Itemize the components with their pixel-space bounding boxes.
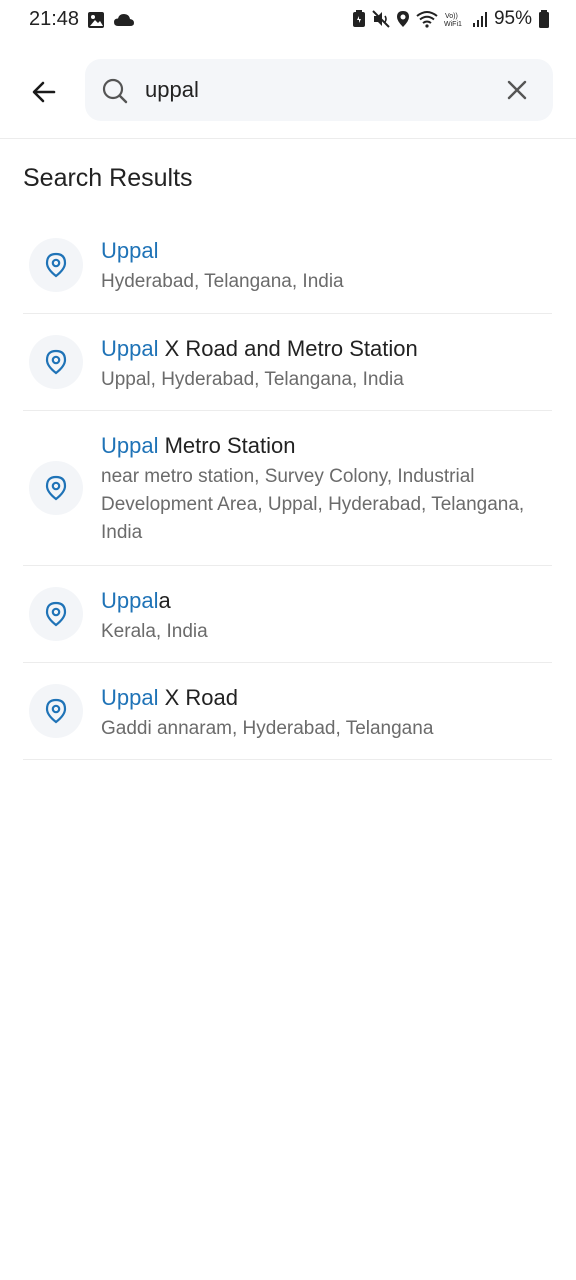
result-text: Uppal Metro Station near metro station, … [101, 431, 552, 547]
result-name-rest: X Road [158, 685, 238, 710]
location-pin-icon [45, 601, 67, 627]
list-item[interactable]: Uppal Hyderabad, Telangana, India [23, 216, 552, 314]
results-list: Uppal Hyderabad, Telangana, India Uppal … [23, 216, 552, 760]
result-name-rest: a [158, 588, 171, 613]
image-icon [88, 11, 105, 28]
list-item[interactable]: Uppala Kerala, India [23, 566, 552, 663]
battery-icon [539, 10, 549, 28]
status-right: Vo)) WiFi1 95% [352, 8, 550, 30]
list-item[interactable]: Uppal X Road Gaddi annaram, Hyderabad, T… [23, 663, 552, 760]
back-button[interactable] [24, 72, 64, 112]
pin-badge [29, 684, 83, 738]
status-bar: 21:48 Vo)) WiFi1 95% [0, 0, 576, 42]
wifi-icon [416, 11, 438, 28]
cloud-icon [114, 13, 135, 26]
volte-icon: Vo)) WiFi1 [444, 13, 462, 28]
search-box[interactable] [85, 59, 553, 121]
location-pin-icon [45, 252, 67, 278]
result-address: Hyderabad, Telangana, India [101, 271, 344, 292]
result-address: near metro station, Survey Colony, Indus… [101, 466, 525, 543]
pin-badge [29, 587, 83, 641]
result-text: Uppala Kerala, India [101, 586, 552, 646]
result-text: Uppal Hyderabad, Telangana, India [101, 236, 552, 296]
result-name-match: Uppal [101, 336, 159, 361]
result-name-match: Uppal [101, 433, 159, 458]
result-text: Uppal X Road and Metro Station Uppal, Hy… [101, 334, 552, 394]
result-name: Uppala [101, 586, 552, 616]
result-name: Uppal Metro Station [101, 431, 552, 461]
svg-text:WiFi1: WiFi1 [444, 21, 462, 28]
svg-text:Vo)): Vo)) [445, 13, 458, 20]
arrow-left-icon [32, 81, 56, 103]
result-name-match: Uppal [101, 588, 159, 613]
location-pin-icon [45, 475, 67, 501]
result-address: Gaddi annaram, Hyderabad, Telangana [101, 718, 434, 739]
result-name-match: Uppal [101, 685, 159, 710]
list-item[interactable]: Uppal Metro Station near metro station, … [23, 411, 552, 566]
pin-badge [29, 238, 83, 292]
result-text: Uppal X Road Gaddi annaram, Hyderabad, T… [101, 683, 552, 743]
status-time: 21:48 [29, 8, 80, 30]
search-icon [102, 78, 128, 104]
battery-percent: 95% [493, 8, 532, 29]
close-icon[interactable] [505, 78, 529, 102]
result-name: Uppal X Road [101, 683, 552, 713]
result-name: Uppal X Road and Metro Station [101, 334, 552, 364]
location-pin-icon [45, 349, 67, 375]
search-input[interactable] [145, 73, 485, 107]
location-pin-icon [45, 698, 67, 724]
result-name-rest: Metro Station [158, 433, 296, 458]
pin-badge [29, 335, 83, 389]
result-name-match: Uppal [101, 238, 159, 263]
signal-icon [472, 12, 487, 27]
results-title: Search Results [23, 164, 193, 192]
status-left: 21:48 [29, 8, 135, 31]
mute-icon [372, 10, 390, 28]
result-name: Uppal [101, 236, 552, 266]
battery-saver-icon [352, 10, 365, 27]
result-address: Kerala, India [101, 621, 208, 642]
location-icon [396, 11, 409, 27]
pin-badge [29, 461, 83, 515]
list-item[interactable]: Uppal X Road and Metro Station Uppal, Hy… [23, 314, 552, 411]
result-name-rest: X Road and Metro Station [158, 336, 418, 361]
search-header [0, 56, 576, 139]
result-address: Uppal, Hyderabad, Telangana, India [101, 369, 404, 390]
page: 21:48 Vo)) WiFi1 95% uppal Search Result… [0, 0, 576, 1280]
